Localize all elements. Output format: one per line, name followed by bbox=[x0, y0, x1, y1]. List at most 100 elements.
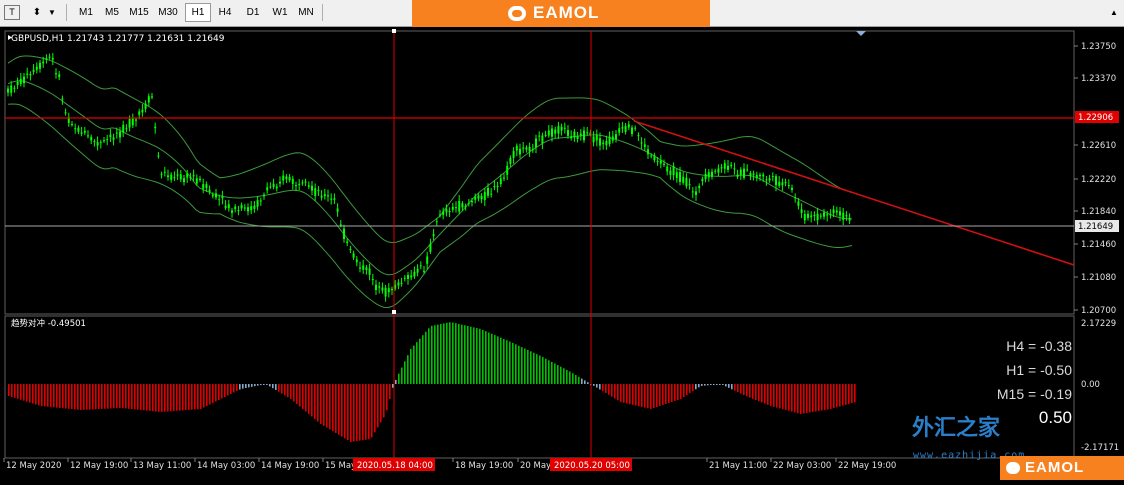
candle-body bbox=[797, 201, 800, 206]
histogram-bar bbox=[521, 347, 523, 384]
candle-body bbox=[618, 128, 621, 133]
candle-body bbox=[426, 256, 429, 264]
histogram-bar bbox=[779, 384, 781, 409]
histogram-bar bbox=[800, 384, 802, 414]
candle-body bbox=[579, 133, 582, 136]
timeframe-m5[interactable]: M5 bbox=[99, 3, 125, 22]
histogram-bar bbox=[341, 384, 343, 437]
histogram-bar bbox=[122, 384, 124, 409]
histogram-bar bbox=[701, 384, 703, 386]
candle-body bbox=[307, 185, 310, 187]
timeframe-m30[interactable]: M30 bbox=[155, 3, 181, 22]
histogram-bar bbox=[353, 384, 355, 442]
candle-body bbox=[160, 173, 163, 175]
candle-body bbox=[211, 194, 214, 197]
histogram-bar bbox=[665, 384, 667, 404]
histogram-bar bbox=[242, 384, 244, 389]
timeframe-h1[interactable]: H1 bbox=[185, 3, 211, 22]
histogram-bar bbox=[251, 384, 253, 387]
histogram-bar bbox=[446, 322, 448, 384]
histogram-bar bbox=[557, 365, 559, 384]
price-tick: 1.23750 bbox=[1081, 42, 1116, 52]
candle-body bbox=[243, 207, 246, 209]
candle-body bbox=[128, 118, 131, 128]
candle-body bbox=[535, 138, 537, 148]
histogram-bar bbox=[68, 384, 70, 409]
candle-body bbox=[848, 217, 851, 221]
histogram-bar bbox=[809, 384, 811, 413]
candle-body bbox=[135, 119, 137, 121]
candle-body bbox=[83, 130, 86, 133]
candle-body bbox=[157, 155, 160, 157]
candle-body bbox=[189, 177, 192, 179]
candle-body bbox=[416, 268, 419, 273]
histogram-bar bbox=[245, 384, 247, 388]
candle-body bbox=[39, 62, 41, 69]
candle-body bbox=[775, 176, 777, 186]
candle-body bbox=[471, 200, 473, 203]
histogram-bar bbox=[269, 384, 271, 387]
histogram-bar bbox=[542, 357, 544, 384]
candle-body bbox=[368, 268, 371, 275]
time-tick: 18 May 19:00 bbox=[455, 461, 513, 471]
candle-body bbox=[151, 96, 153, 98]
histogram-bar bbox=[461, 324, 463, 384]
candle-body bbox=[224, 205, 227, 209]
text-tool-icon[interactable]: T bbox=[4, 5, 20, 20]
histogram-bar bbox=[764, 384, 766, 404]
histogram-bar bbox=[458, 323, 460, 384]
candle-body bbox=[595, 135, 598, 141]
histogram-bar bbox=[467, 325, 469, 384]
candle-body bbox=[839, 211, 841, 216]
candle-body bbox=[730, 164, 733, 167]
time-tick: 21 May 11:00 bbox=[709, 461, 767, 471]
histogram-bar bbox=[740, 384, 742, 394]
histogram-bar bbox=[497, 336, 499, 384]
histogram-bar bbox=[38, 384, 40, 406]
candle-body bbox=[573, 131, 576, 138]
timeframe-m1[interactable]: M1 bbox=[73, 3, 99, 22]
histogram-bar bbox=[386, 384, 388, 411]
histogram-bar bbox=[431, 325, 433, 384]
candle-body bbox=[685, 177, 688, 187]
candle-body bbox=[733, 168, 736, 170]
histogram-bar bbox=[812, 384, 814, 412]
candle-body bbox=[778, 181, 781, 186]
histogram-bar bbox=[845, 384, 847, 405]
candle-body bbox=[215, 193, 217, 198]
price-tick: 1.22220 bbox=[1081, 175, 1116, 185]
histogram-bar bbox=[617, 384, 619, 401]
candle-body bbox=[77, 127, 80, 132]
candle-body bbox=[311, 185, 313, 191]
price-tick: 1.21080 bbox=[1081, 273, 1116, 283]
histogram-bar bbox=[455, 323, 457, 384]
histogram-bar bbox=[191, 384, 193, 410]
timeframe-mn[interactable]: MN bbox=[293, 3, 319, 22]
arrows-tool-icon[interactable]: ⬍ bbox=[28, 3, 46, 22]
histogram-bar bbox=[755, 384, 757, 400]
indicator-tick: 2.17229 bbox=[1081, 319, 1116, 329]
candle-body bbox=[170, 174, 173, 180]
histogram-bar bbox=[533, 352, 535, 384]
indicator-tick: -2.17171 bbox=[1081, 443, 1119, 453]
candle-body bbox=[637, 135, 640, 137]
candle-body bbox=[458, 200, 461, 212]
dropdown-arrow-icon[interactable]: ▼ bbox=[47, 3, 57, 22]
histogram-bar bbox=[254, 384, 256, 387]
timeframe-w1[interactable]: W1 bbox=[267, 3, 293, 22]
scroll-arrow-icon[interactable]: ▲ bbox=[1108, 3, 1120, 22]
candle-body bbox=[51, 58, 54, 60]
time-tick: 14 May 03:00 bbox=[197, 461, 255, 471]
timeframe-h4[interactable]: H4 bbox=[212, 3, 238, 22]
histogram-bar bbox=[164, 384, 166, 412]
candle-body bbox=[378, 286, 381, 288]
histogram-bar bbox=[716, 384, 718, 385]
histogram-bar bbox=[698, 384, 700, 388]
candle-body bbox=[387, 288, 390, 293]
candle-body bbox=[819, 215, 822, 217]
timeframe-d1[interactable]: D1 bbox=[240, 3, 266, 22]
histogram-bar bbox=[47, 384, 49, 407]
histogram-bar bbox=[668, 384, 670, 403]
candle-body bbox=[538, 135, 541, 137]
timeframe-m15[interactable]: M15 bbox=[126, 3, 152, 22]
